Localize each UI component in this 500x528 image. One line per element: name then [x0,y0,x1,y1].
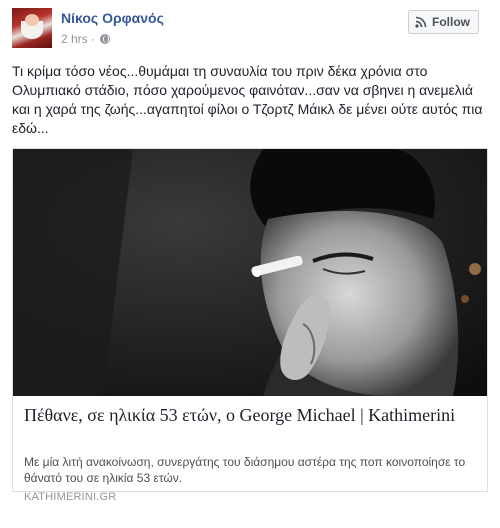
author-name[interactable]: Νίκος Ορφανός [61,10,164,26]
globe-icon[interactable] [99,34,110,44]
follow-button[interactable]: Follow [408,10,479,34]
rss-icon [415,16,427,28]
meta-separator: · [90,32,95,46]
link-card-title[interactable]: Πέθανε, σε ηλικία 53 ετών, ο George Mich… [24,404,476,426]
photo-portrait-image [13,149,487,396]
post-timestamp[interactable]: 2 hrs [61,32,88,46]
facebook-post: Νίκος Ορφανός 2 hrs · Follow Τι κρίμα τό… [0,0,500,528]
link-card-image[interactable] [13,149,487,396]
link-card-domain: KATHIMERINI.GR [24,491,117,503]
avatar-face [25,14,39,26]
link-card-description: Με μία λιτή ανακοίνωση, συνεργάτης του δ… [24,455,466,485]
link-card[interactable]: Πέθανε, σε ηλικία 53 ετών, ο George Mich… [12,148,488,503]
post-meta: 2 hrs · [61,32,110,46]
author-avatar[interactable] [12,8,52,48]
link-card-info[interactable]: Πέθανε, σε ηλικία 53 ετών, ο George Mich… [13,396,487,503]
follow-label: Follow [432,15,470,29]
post-text: Τι κρίμα τόσο νέος...θυμάμαι τη συναυλία… [12,63,483,136]
